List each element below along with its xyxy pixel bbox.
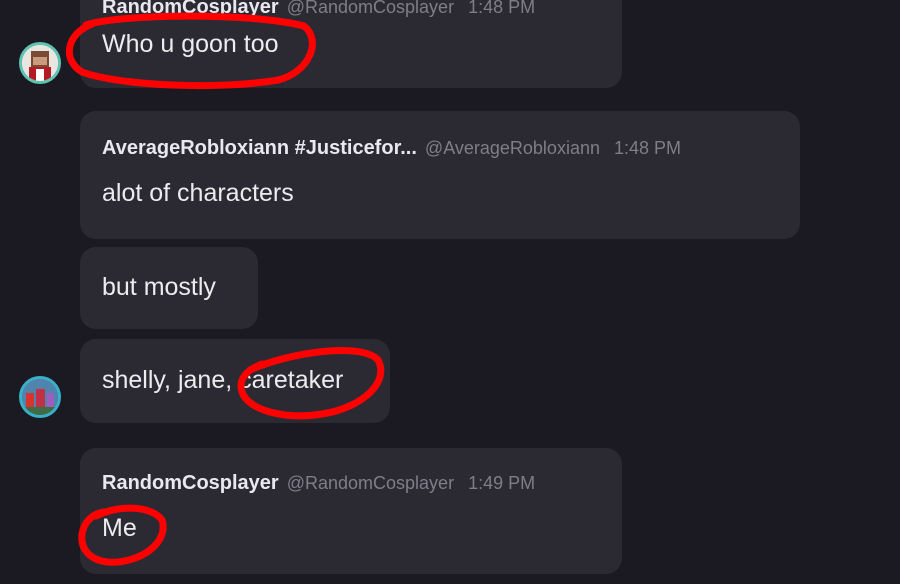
message-bubble: RandomCosplayer @RandomCosplayer 1:48 PM W… [80, 0, 622, 88]
message-timestamp: 1:48 PM [613, 138, 682, 158]
message-handle: @AverageRobloxiann [424, 138, 600, 158]
message-timestamp: 1:49 PM [468, 473, 536, 493]
message-text: Who u goon too [102, 30, 279, 58]
message-text: but mostly [102, 273, 216, 301]
message-timestamp: 1:48 PM [468, 0, 536, 17]
message-author[interactable]: AverageRobloxiann #Justicefor... [102, 137, 417, 159]
message-text: shelly, jane, caretaker [102, 366, 344, 394]
message-bubble: but mostly [80, 247, 258, 329]
message-author[interactable]: RandomCosplayer [102, 472, 279, 494]
message-header: RandomCosplayer @RandomCosplayer 1:49 PM [102, 472, 535, 495]
message-author[interactable]: RandomCosplayer [102, 0, 279, 18]
avatar[interactable] [19, 42, 61, 84]
avatar-image [22, 45, 58, 81]
message-bubble: RandomCosplayer @RandomCosplayer 1:49 PM M… [80, 448, 622, 574]
message-handle: @RandomCosplayer [286, 473, 455, 493]
message-text: Me [102, 514, 137, 542]
message-bubble: shelly, jane, caretaker [80, 339, 390, 423]
message-bubble: AverageRobloxiann #Justicefor... @Average… [80, 111, 800, 239]
message-header: RandomCosplayer @RandomCosplayer 1:48 PM [102, 0, 535, 19]
avatar[interactable] [19, 376, 61, 418]
message-header: AverageRobloxiann #Justicefor... @Average… [102, 137, 681, 160]
message-text: alot of characters [102, 179, 294, 207]
avatar-image [22, 379, 58, 415]
message-handle: @RandomCosplayer [286, 0, 455, 17]
